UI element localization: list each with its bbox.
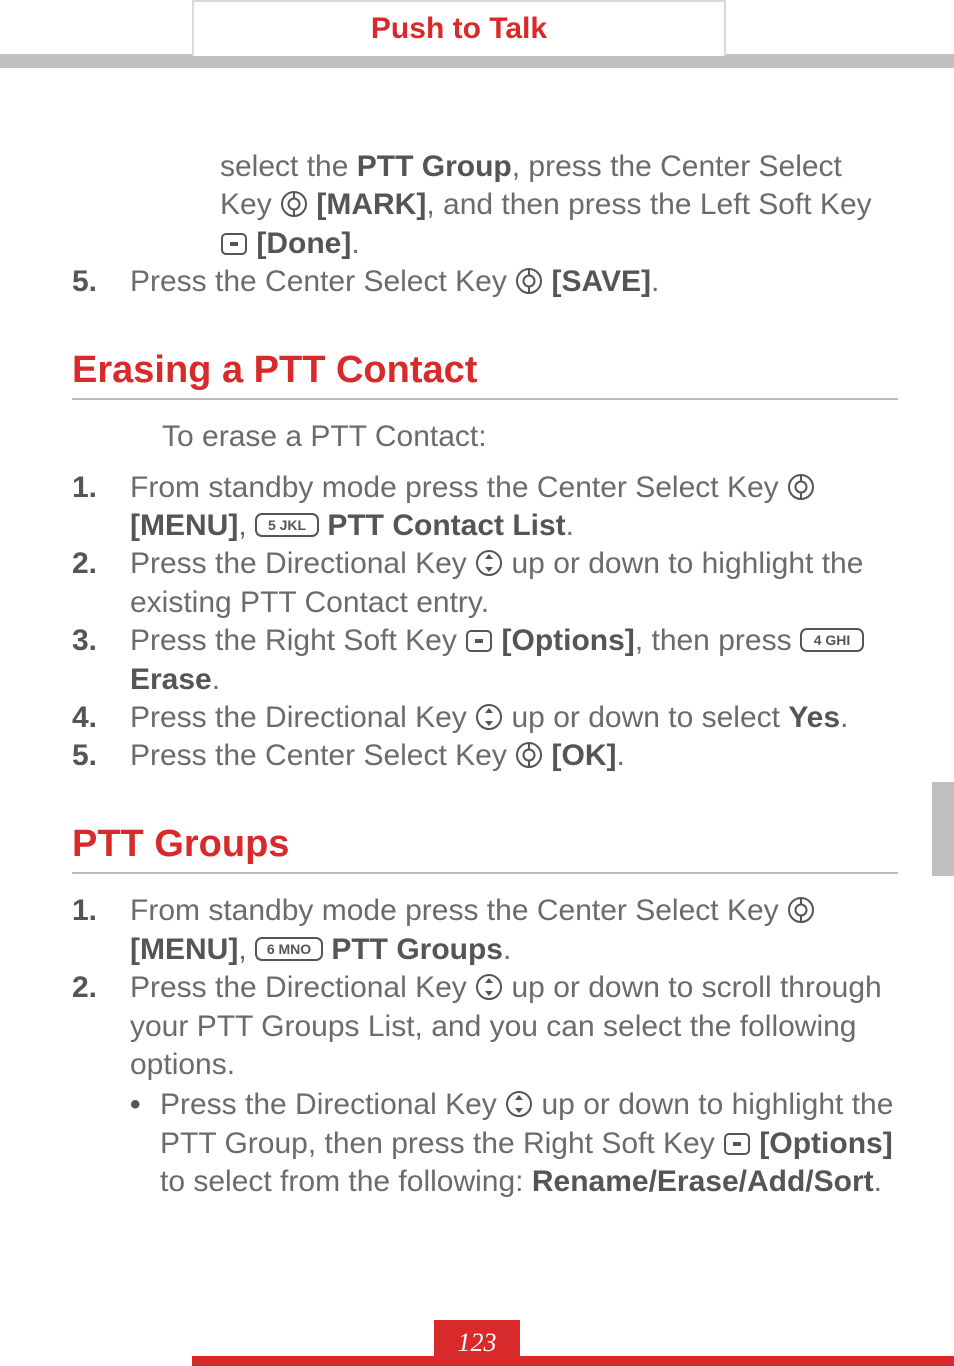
- text: .: [566, 509, 574, 542]
- step-number: 1.: [72, 469, 97, 507]
- text: to select from the following:: [160, 1165, 532, 1198]
- text: Press the Center Select Key: [130, 265, 515, 298]
- continued-step: select the PTT Group, press the Center S…: [162, 148, 898, 263]
- step-number: 3.: [72, 622, 97, 660]
- step-number: 2.: [72, 545, 97, 583]
- center-select-key-icon: [515, 267, 543, 295]
- pre-steps-list: 5. Press the Center Select Key [SAVE].: [72, 263, 898, 301]
- label-done: [Done]: [256, 227, 351, 260]
- step-2: 2. Press the Directional Key up or down …: [72, 545, 898, 622]
- page-number: 123: [434, 1320, 520, 1366]
- text: , then press: [635, 624, 800, 657]
- directional-key-icon: [475, 973, 503, 1001]
- label-menu: [MENU]: [130, 933, 238, 966]
- text: ,: [238, 509, 255, 542]
- page-content: select the PTT Group, press the Center S…: [0, 74, 954, 1201]
- label-options: [Options]: [502, 624, 635, 657]
- heading-erasing-ptt-contact: Erasing a PTT Contact: [72, 346, 898, 401]
- text: From standby mode press the Center Selec…: [130, 894, 787, 927]
- text: .: [840, 701, 848, 734]
- text: Press the Directional Key: [160, 1088, 505, 1121]
- center-select-key-icon: [787, 896, 815, 924]
- step-number: 5.: [72, 263, 97, 301]
- text: .: [651, 265, 659, 298]
- bullet-item: Press the Directional Key up or down to …: [130, 1086, 898, 1201]
- step-3: 3. Press the Right Soft Key [Options], t…: [72, 622, 898, 699]
- text: Press the Directional Key: [130, 701, 475, 734]
- label-ptt-groups: PTT Groups: [331, 933, 503, 966]
- label-yes: Yes: [788, 701, 840, 734]
- directional-key-icon: [475, 549, 503, 577]
- page-footer: 123: [0, 1312, 954, 1366]
- step-number: 2.: [72, 969, 97, 1007]
- section1-steps: 1. From standby mode press the Center Se…: [72, 469, 898, 776]
- step-1: 1. From standby mode press the Center Se…: [72, 892, 898, 969]
- key-6-mno-icon: 6 MNO: [255, 935, 323, 963]
- label-mark: [MARK]: [316, 188, 426, 221]
- label-menu: [MENU]: [130, 509, 238, 542]
- svg-text:4 GHI: 4 GHI: [814, 632, 851, 648]
- left-soft-key-icon: [220, 231, 248, 257]
- text: , and then press the Left Soft Key: [426, 188, 871, 221]
- key-5-jkl-icon: 5 JKL: [255, 511, 319, 539]
- text: Press the Center Select Key: [130, 739, 515, 772]
- label-ptt-group: PTT Group: [357, 150, 512, 183]
- page-header: Push to Talk: [0, 0, 954, 74]
- center-select-key-icon: [280, 190, 308, 218]
- text: ,: [238, 933, 255, 966]
- step-number: 4.: [72, 699, 97, 737]
- center-select-key-icon: [515, 741, 543, 769]
- right-soft-key-icon: [465, 628, 493, 654]
- text: .: [351, 227, 359, 260]
- svg-text:5 JKL: 5 JKL: [268, 517, 307, 533]
- text: up or down to select: [503, 701, 788, 734]
- step-number: 1.: [72, 892, 97, 930]
- text: .: [503, 933, 511, 966]
- text: select the: [220, 150, 357, 183]
- step-2: 2. Press the Directional Key up or down …: [72, 969, 898, 1201]
- center-select-key-icon: [787, 473, 815, 501]
- label-erase: Erase: [130, 663, 212, 696]
- directional-key-icon: [505, 1090, 533, 1118]
- text: .: [212, 663, 220, 696]
- step-4: 4. Press the Directional Key up or down …: [72, 699, 898, 737]
- step-1: 1. From standby mode press the Center Se…: [72, 469, 898, 546]
- chapter-tab: Push to Talk: [192, 0, 726, 56]
- text: Press the Directional Key: [130, 547, 475, 580]
- label-options: [Options]: [759, 1127, 892, 1160]
- directional-key-icon: [475, 703, 503, 731]
- text: Press the Directional Key: [130, 971, 475, 1004]
- label-rename-erase-add-sort: Rename/Erase/Add/Sort: [532, 1165, 874, 1198]
- text: Press the Right Soft Key: [130, 624, 465, 657]
- section2-steps: 1. From standby mode press the Center Se…: [72, 892, 898, 1201]
- label-ptt-contact-list: PTT Contact List: [327, 509, 565, 542]
- heading-ptt-groups: PTT Groups: [72, 820, 898, 875]
- svg-text:6 MNO: 6 MNO: [267, 941, 311, 957]
- text: From standby mode press the Center Selec…: [130, 471, 787, 504]
- key-4-ghi-icon: 4 GHI: [800, 626, 864, 654]
- label-save: [SAVE]: [552, 265, 651, 298]
- right-soft-key-icon: [723, 1131, 751, 1157]
- header-rule: [0, 54, 954, 68]
- step-number: 5.: [72, 737, 97, 775]
- thumb-index-tab: [932, 782, 954, 876]
- text: .: [617, 739, 625, 772]
- step-5: 5. Press the Center Select Key [OK].: [72, 737, 898, 775]
- text: .: [874, 1165, 882, 1198]
- label-ok: [OK]: [552, 739, 617, 772]
- section1-intro: To erase a PTT Contact:: [162, 418, 898, 456]
- step-5-pre: 5. Press the Center Select Key [SAVE].: [72, 263, 898, 301]
- footer-rule: [192, 1356, 954, 1366]
